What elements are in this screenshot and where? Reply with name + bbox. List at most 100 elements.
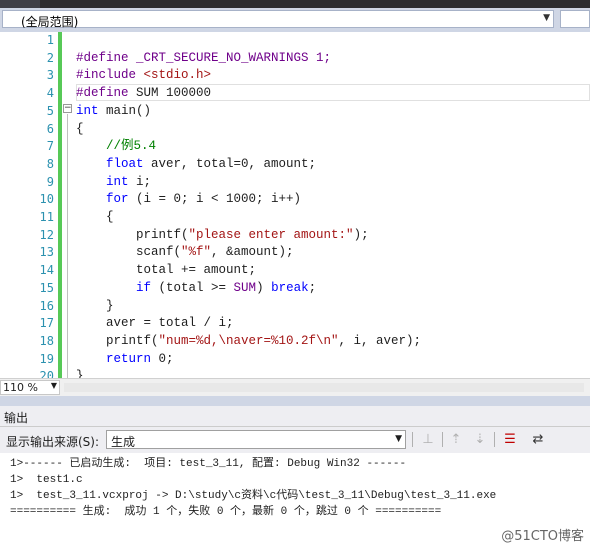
output-line: 1> test_3_11.vcxproj -> D:\study\c资料\c代码… [10, 490, 497, 502]
toolbar-separator [442, 432, 443, 447]
horizontal-scrollbar[interactable] [64, 383, 584, 392]
output-source-value: 生成 [111, 435, 136, 449]
code-token: (total >= [151, 280, 234, 295]
output-panel-title: 输出 [0, 406, 590, 427]
goto-error-icon[interactable]: ⊥ [418, 430, 438, 449]
code-token: aver, total=0, amount; [143, 156, 317, 171]
code-token: SUM [233, 280, 257, 295]
line-number: 18 [39, 333, 54, 348]
code-token: 0; [151, 351, 174, 366]
code-token: break [271, 280, 309, 295]
code-token: , &amount); [211, 245, 294, 260]
line-number: 8 [46, 156, 54, 171]
code-line[interactable]: { [76, 209, 114, 227]
code-line[interactable]: //例5.4 [76, 138, 156, 156]
code-line[interactable]: scanf("%f", &amount); [76, 244, 294, 262]
line-number: 15 [39, 280, 54, 295]
chevron-down-icon[interactable]: ▼ [51, 381, 57, 390]
line-number: 9 [46, 174, 54, 189]
line-number: 20 [39, 369, 54, 378]
panel-splitter[interactable] [0, 396, 590, 406]
code-token: SUM 100000 [128, 86, 212, 101]
code-line[interactable]: return 0; [76, 351, 174, 369]
output-line: ========== 生成: 成功 1 个，失败 0 个，最新 0 个，跳过 0… [10, 506, 442, 518]
line-number: 1 [46, 33, 54, 47]
code-token: return [106, 351, 152, 366]
code-token: "please enter amount:" [188, 227, 354, 242]
code-line[interactable]: printf("num=%d,\naver=%10.2f\n", i, aver… [76, 333, 421, 351]
code-token: _CRT_SECURE_NO_WARNINGS 1; [128, 50, 332, 65]
watermark: @51CTO博客 [501, 529, 584, 544]
output-text[interactable]: @51CTO博客 1>------ 已启动生成: 项目: test_3_11, … [0, 453, 590, 548]
code-line[interactable]: #include <stdio.h> [76, 67, 211, 85]
code-line[interactable]: int main() [76, 103, 151, 121]
code-token: //例5.4 [106, 139, 157, 154]
code-line[interactable]: } [76, 298, 114, 316]
line-number: 17 [39, 316, 54, 331]
code-token: int [106, 174, 129, 189]
line-number: 13 [39, 245, 54, 260]
code-line[interactable]: } [76, 368, 84, 378]
collapse-icon[interactable]: − [63, 104, 72, 113]
code-token: ) [256, 280, 272, 295]
code-token: } [76, 369, 84, 378]
code-line[interactable]: #define SUM 100000 [76, 85, 211, 103]
code-token: if [136, 280, 152, 295]
clear-all-icon[interactable]: ☰ [500, 430, 520, 449]
zoom-dropdown[interactable]: 110 % ▼ [0, 380, 60, 395]
code-token: , i, aver); [338, 333, 422, 348]
scope-value: (全局范围) [21, 15, 79, 29]
previous-message-icon[interactable]: ⇡ [446, 430, 466, 449]
window-top-strip [0, 0, 590, 8]
member-dropdown[interactable] [560, 10, 590, 28]
code-token: #define [76, 86, 129, 101]
code-token: { [76, 210, 114, 224]
output-toolbar: 显示输出来源(S): 生成 ▼ ⊥ ⇡ ⇣ ☰ ⇄ [0, 427, 590, 453]
code-line[interactable]: if (total >= SUM) break; [76, 280, 316, 298]
code-token: <stdio.h> [143, 68, 212, 83]
code-line[interactable]: for (i = 0; i < 1000; i++) [76, 191, 301, 209]
code-line[interactable]: total += amount; [76, 262, 256, 280]
chevron-down-icon[interactable]: ▼ [395, 434, 402, 444]
code-token: ); [353, 227, 369, 242]
code-line[interactable]: aver = total / i; [76, 315, 234, 333]
line-number: 7 [46, 139, 54, 154]
code-line[interactable]: int i; [76, 174, 151, 192]
code-token: aver = total / i; [76, 316, 234, 331]
output-source-dropdown[interactable]: 生成 ▼ [106, 430, 406, 449]
line-number: 6 [46, 121, 54, 136]
word-wrap-icon[interactable]: ⇄ [528, 430, 548, 449]
line-number: 3 [46, 68, 54, 83]
toolbar-separator [494, 432, 495, 447]
code-token: main() [98, 103, 152, 118]
source-label: 显示输出来源(S): [6, 435, 100, 449]
code-line[interactable]: printf("please enter amount:"); [76, 227, 369, 245]
line-number-gutter: 1 2 3 4 5 6 7 8 9 10 11 12 13 14 15 16 17 18 19 20 [0, 32, 60, 378]
output-title: 输出 [4, 411, 29, 425]
next-message-icon[interactable]: ⇣ [470, 430, 490, 449]
code-line[interactable]: #define _CRT_SECURE_NO_WARNINGS 1; [76, 50, 331, 68]
zoom-value: 110 % [3, 381, 38, 394]
code-token: #include [76, 68, 137, 83]
line-number: 11 [39, 210, 54, 224]
code-editor[interactable]: 1 2 3 4 5 6 7 8 9 10 11 12 13 14 15 16 17 18 19 20 − #defin… [0, 32, 590, 378]
code-token: scanf( [76, 245, 182, 260]
code-line[interactable]: float aver, total=0, amount; [76, 156, 316, 174]
code-token: { [76, 121, 84, 136]
scope-dropdown[interactable]: (全局范围) ▼ [2, 10, 554, 29]
code-token: total += amount; [76, 263, 257, 278]
chevron-down-icon[interactable]: ▼ [543, 13, 550, 23]
code-token: "%f" [181, 245, 212, 260]
code-token: for [106, 192, 129, 207]
toolbar-separator [412, 432, 413, 447]
code-token: } [76, 298, 114, 313]
code-line[interactable]: { [76, 121, 84, 139]
code-token: "num=%d,\naver=%10.2f\n" [158, 333, 339, 348]
line-number: 5 [46, 103, 54, 118]
editor-status-bar: 110 % ▼ [0, 378, 590, 397]
document-tab[interactable] [0, 0, 40, 8]
